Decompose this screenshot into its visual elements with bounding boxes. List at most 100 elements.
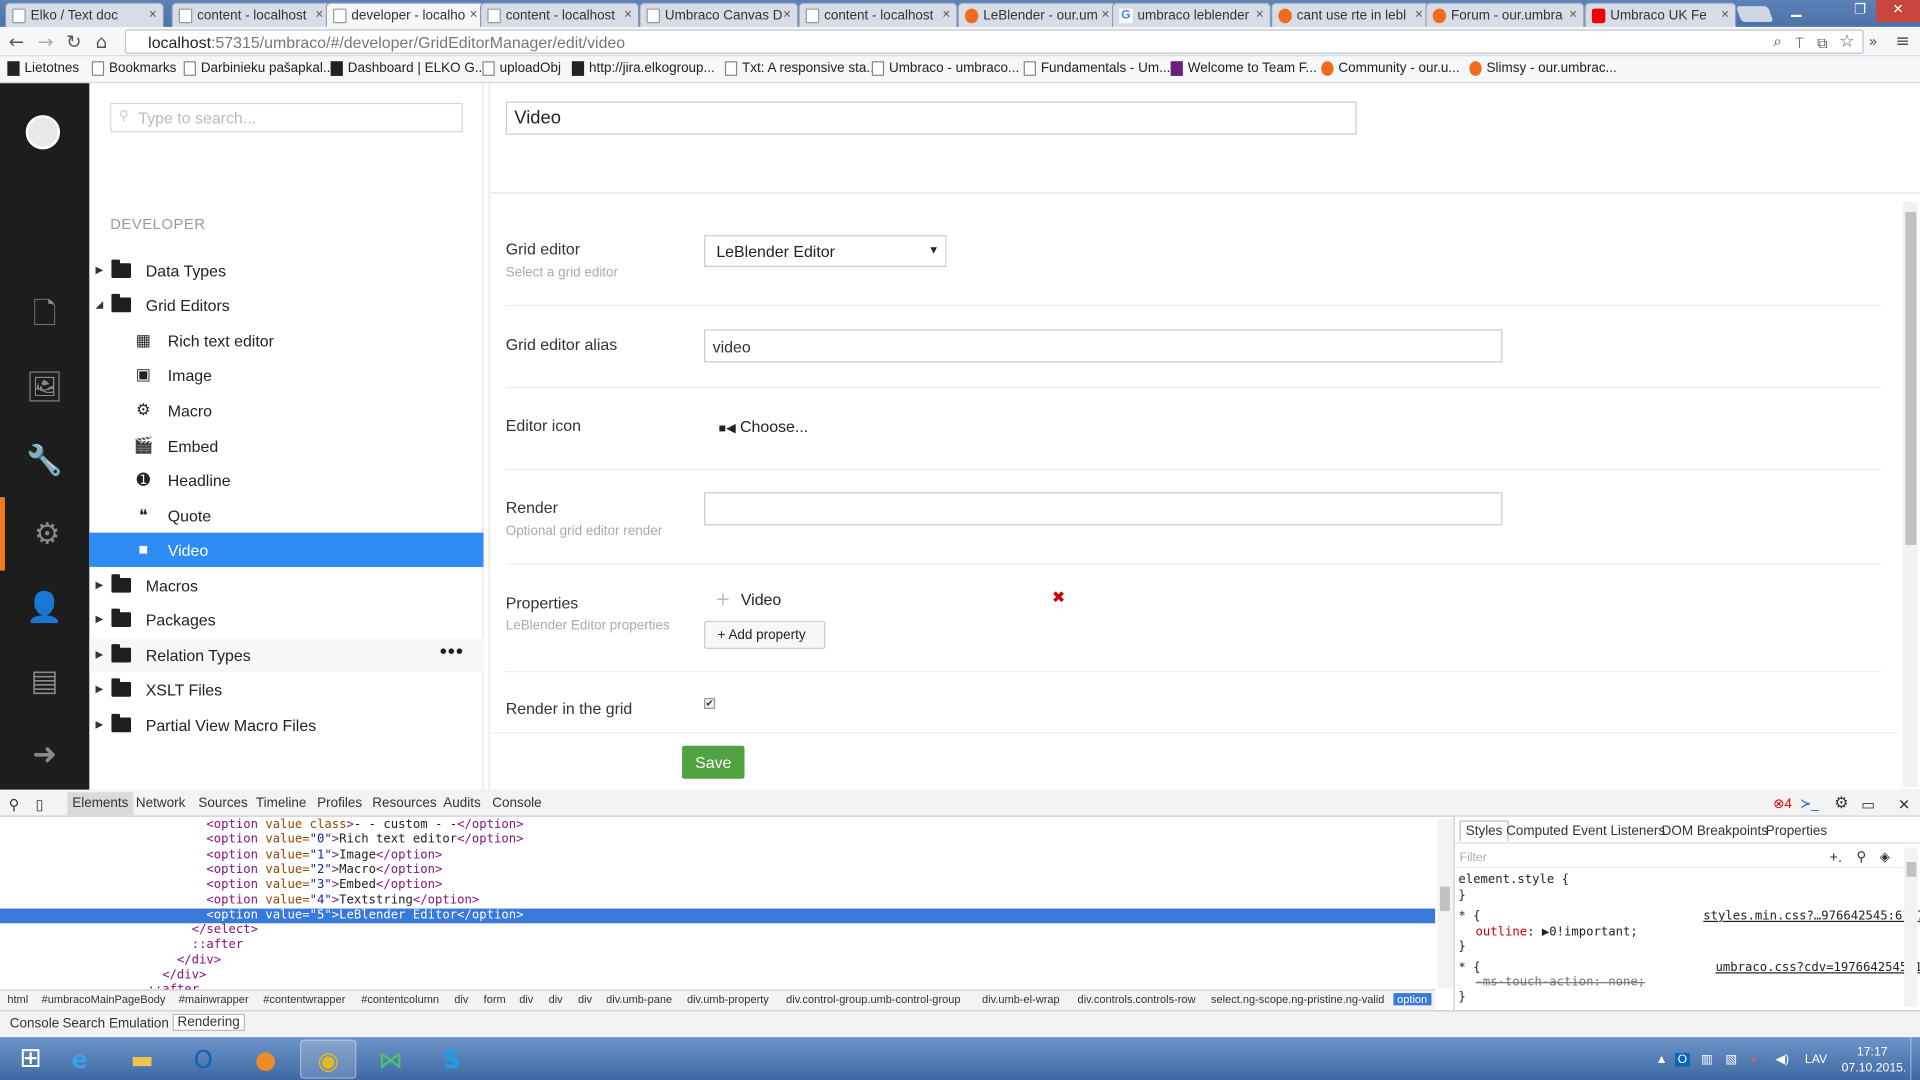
dom-node-line[interactable]: ::after bbox=[0, 938, 1435, 953]
drawer-tab[interactable]: Console bbox=[10, 1016, 59, 1031]
tray-expand-icon[interactable]: ▲ bbox=[1656, 1053, 1668, 1066]
bookmark-item[interactable]: Lietotnes bbox=[7, 61, 79, 76]
styles-scrollbar-thumb[interactable] bbox=[1906, 862, 1917, 877]
breadcrumb-item[interactable]: div.controls.controls-row bbox=[1078, 993, 1196, 1005]
dom-node-line[interactable]: <option value="0">Rich text editor</opti… bbox=[0, 833, 1435, 848]
bookmark-item[interactable]: Slimsy - our.umbrac... bbox=[1469, 61, 1617, 76]
browser-tab[interactable]: content - localhost × bbox=[798, 2, 958, 27]
tree-item[interactable]: ▶ Packages bbox=[89, 602, 483, 636]
pin-icon[interactable]: ⚲ bbox=[1856, 849, 1866, 865]
rule2-source-link[interactable]: umbraco.css?cdv=1976642545:1 bbox=[1716, 961, 1920, 974]
breadcrumb-item[interactable]: div.control-group.umb-control-group bbox=[786, 993, 960, 1005]
skype-icon[interactable]: S bbox=[424, 1040, 480, 1079]
breadcrumb-item[interactable]: form bbox=[484, 993, 506, 1005]
drawer-tab[interactable]: Emulation bbox=[109, 1016, 169, 1031]
devtools-tab[interactable]: Console bbox=[492, 796, 541, 811]
error-icon[interactable]: ⊗4 bbox=[1773, 796, 1792, 812]
devtools-tab[interactable]: Timeline bbox=[256, 796, 306, 811]
security-tray-icon[interactable]: ◐ bbox=[1751, 1053, 1758, 1066]
alias-input[interactable]: video bbox=[704, 329, 1503, 363]
save-button[interactable]: Save bbox=[682, 745, 745, 779]
drag-handle-icon[interactable]: + bbox=[715, 588, 730, 610]
media-icon[interactable]: 🖼 bbox=[0, 350, 89, 423]
breadcrumb-item[interactable]: html bbox=[7, 993, 28, 1005]
dom-node-line[interactable]: </div> bbox=[0, 969, 1435, 984]
settings-wrench-icon[interactable]: 🔧 bbox=[0, 424, 89, 497]
tab-close-icon[interactable]: × bbox=[1256, 7, 1264, 22]
name-input[interactable]: Video bbox=[505, 101, 1357, 135]
browser-tab[interactable]: Elko / Text doc × bbox=[4, 2, 165, 27]
browser-tab[interactable]: developer - localho × bbox=[325, 2, 485, 27]
tab-close-icon[interactable]: × bbox=[624, 7, 632, 22]
scrollbar-thumb[interactable] bbox=[1905, 211, 1917, 545]
bookmark-item[interactable]: Dashboard | ELKO G... bbox=[330, 61, 486, 76]
more-extensions-icon[interactable]: » bbox=[1869, 31, 1878, 53]
breadcrumb-item[interactable]: select.ng-scope.ng-pristine.ng-valid bbox=[1211, 993, 1384, 1005]
tab-close-icon[interactable]: × bbox=[315, 7, 323, 22]
styles-tab[interactable]: DOM Breakpoints bbox=[1662, 824, 1768, 839]
dom-node-line[interactable]: </div> bbox=[0, 954, 1435, 969]
tab-close-icon[interactable]: × bbox=[1569, 7, 1577, 22]
breadcrumb-item[interactable]: #umbracoMainPageBody bbox=[42, 993, 166, 1005]
home-icon[interactable]: ⌂ bbox=[96, 31, 108, 53]
rule2-selector[interactable]: * { bbox=[1458, 961, 1480, 974]
tree-item[interactable]: ⚙ Macro bbox=[89, 393, 483, 427]
delete-property-icon[interactable]: ✖ bbox=[1052, 589, 1065, 607]
back-icon[interactable]: ← bbox=[9, 31, 24, 53]
users-icon[interactable]: 👤 bbox=[0, 571, 89, 644]
breadcrumb-item[interactable]: div bbox=[454, 993, 468, 1005]
breadcrumb-item[interactable]: #contentcolumn bbox=[361, 993, 439, 1005]
bookmark-item[interactable]: Umbraco - umbraco... bbox=[871, 61, 1019, 76]
volume-tray-icon[interactable]: ◀) bbox=[1776, 1053, 1790, 1066]
extension-icon-2[interactable]: ⧉ bbox=[1817, 32, 1828, 54]
render-input[interactable] bbox=[704, 492, 1503, 526]
dom-node-line[interactable]: <option value="2">Macro</option> bbox=[0, 863, 1435, 878]
maximize-icon[interactable]: ❐ bbox=[1847, 0, 1874, 22]
tree-item[interactable]: ▣ Image bbox=[89, 358, 483, 392]
avatar[interactable] bbox=[25, 115, 61, 150]
search-input[interactable]: ⚲ Type to search... bbox=[110, 102, 463, 133]
file-explorer-icon[interactable]: ▬ bbox=[114, 1040, 170, 1079]
drawer-tab[interactable]: Search bbox=[62, 1016, 105, 1031]
address-bar[interactable]: localhost:57315/umbraco/#/developer/Grid… bbox=[124, 29, 1864, 54]
grid-editor-select[interactable]: LeBlender Editor ▼ bbox=[704, 235, 947, 267]
caret-right-icon[interactable]: ▶ bbox=[96, 719, 104, 730]
breadcrumb-item[interactable]: div bbox=[578, 993, 592, 1005]
dom-node-line[interactable]: </select> bbox=[0, 923, 1435, 938]
browser-tab[interactable]: cant use rte in lebl × bbox=[1271, 2, 1431, 27]
tab-close-icon[interactable]: × bbox=[783, 7, 791, 22]
tab-close-icon[interactable]: × bbox=[470, 7, 478, 22]
tree-item[interactable]: ▶ XSLT Files bbox=[89, 672, 483, 706]
tab-close-icon[interactable]: × bbox=[942, 7, 950, 22]
breadcrumb-item[interactable]: div.umb-el-wrap bbox=[982, 993, 1060, 1005]
network-tray-icon[interactable]: ▥ bbox=[1701, 1053, 1713, 1066]
tree-item[interactable]: ▶ Partial View Macro Files bbox=[89, 708, 483, 742]
internet-explorer-icon[interactable]: e bbox=[51, 1040, 107, 1079]
breadcrumb-item[interactable]: div bbox=[549, 993, 563, 1005]
rule1-selector[interactable]: * { bbox=[1458, 910, 1480, 923]
show-desktop-button[interactable] bbox=[1910, 1037, 1920, 1080]
visual-studio-icon[interactable]: ⋈ bbox=[362, 1040, 418, 1079]
caret-right-icon[interactable]: ▶ bbox=[96, 613, 104, 624]
devtools-tab[interactable]: Sources bbox=[198, 796, 247, 811]
tree-item[interactable]: ▶ Data Types bbox=[89, 253, 483, 287]
bookmark-item[interactable]: Darbinieku pašapkal... bbox=[183, 61, 334, 76]
new-tab-button[interactable] bbox=[1735, 6, 1774, 23]
devtools-tab[interactable]: Network bbox=[136, 796, 185, 811]
drawer-tab[interactable]: Rendering bbox=[172, 1013, 245, 1032]
browser-tab[interactable]: content - localhost × bbox=[480, 2, 640, 27]
rule1-source-link[interactable]: styles.min.css?…976642545:6187 bbox=[1703, 910, 1920, 923]
menu-icon[interactable]: ≡ bbox=[1896, 31, 1910, 53]
caret-right-icon[interactable]: ▶ bbox=[96, 649, 104, 660]
rule1-value[interactable]: : ▶0!important; bbox=[1527, 926, 1638, 939]
star-icon[interactable]: ☆ bbox=[1839, 31, 1854, 53]
elements-scrollbar-thumb[interactable] bbox=[1440, 886, 1450, 912]
content-icon[interactable]: 🗋 bbox=[0, 277, 89, 350]
devtools-tab[interactable]: Profiles bbox=[317, 796, 362, 811]
devtools-settings-icon[interactable]: ⚙ bbox=[1834, 793, 1848, 813]
outlook-icon[interactable]: O bbox=[175, 1040, 231, 1079]
tree-item[interactable]: ◢ Grid Editors bbox=[89, 288, 483, 322]
caret-right-icon[interactable]: ▶ bbox=[96, 683, 104, 694]
render-in-grid-checkbox[interactable]: ✔ bbox=[704, 697, 716, 709]
choose-icon-button[interactable]: ■◀ Choose... bbox=[719, 418, 808, 436]
